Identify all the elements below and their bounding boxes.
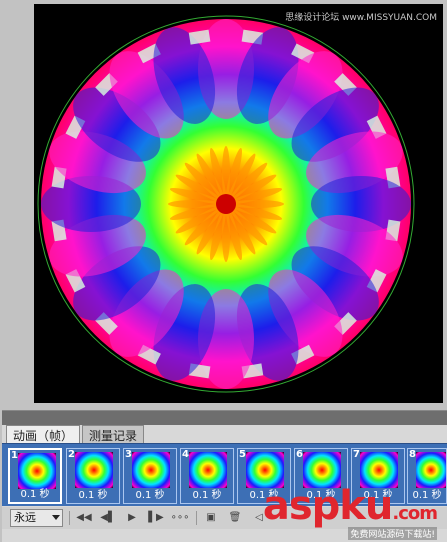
divider <box>69 511 70 525</box>
delete-frame-icon[interactable]: 🗑 <box>225 510 245 526</box>
frame-thumbnail <box>75 452 113 488</box>
tab-animation-frames[interactable]: 动画（帧） <box>6 425 81 444</box>
logo-tagline: 免费网站源码下载站! <box>348 527 437 540</box>
frame-number: 8 <box>409 449 416 460</box>
logo-main: aspku <box>262 483 394 529</box>
frame-number: 4 <box>182 449 189 460</box>
frame-delay[interactable]: 0.1 秒 <box>67 490 119 501</box>
frame-item[interactable]: 2 0.1 秒 <box>66 448 120 504</box>
frame-number: 6 <box>296 449 303 460</box>
frame-number: 2 <box>68 449 75 460</box>
watermark-text: 思缘设计论坛 www.MISSYUAN.COM <box>285 13 437 23</box>
frame-item[interactable]: 3 0.1 秒 <box>123 448 177 504</box>
duplicate-frame-icon[interactable]: ▣ <box>201 510 221 526</box>
frame-thumbnail <box>189 452 227 488</box>
frame-thumbnail <box>18 453 56 489</box>
mandala-artwork <box>37 15 415 393</box>
panel-tabs: 动画（帧） 测量记录 <box>6 425 146 444</box>
frame-number: 1 <box>11 450 18 461</box>
prev-frame-icon[interactable]: ◀▌ <box>98 510 118 526</box>
document-canvas: 思缘设计论坛 www.MISSYUAN.COM <box>34 4 443 403</box>
loop-options-select[interactable]: 永远 <box>10 509 63 527</box>
frame-number: 5 <box>239 449 246 460</box>
divider <box>196 511 197 525</box>
logo-tld: .com <box>392 503 438 524</box>
animation-panel: 动画（帧） 测量记录 1 0.1 秒 2 0.1 秒 3 0.1 秒 4 0.1… <box>2 410 447 542</box>
frame-item[interactable]: 4 0.1 秒 <box>180 448 234 504</box>
chevron-down-icon <box>52 515 60 520</box>
frame-thumbnail <box>416 452 446 488</box>
play-icon[interactable]: ▶ <box>122 510 142 526</box>
frame-item[interactable]: 1 0.1 秒 <box>8 448 62 504</box>
loop-value: 永远 <box>14 511 36 524</box>
frame-thumbnail <box>132 452 170 488</box>
tab-measurement-log[interactable]: 测量记录 <box>82 425 145 444</box>
panel-title-bar <box>2 411 447 425</box>
next-frame-icon[interactable]: ▌▶ <box>146 510 166 526</box>
first-frame-icon[interactable]: ◀◀ <box>74 510 94 526</box>
frame-number: 3 <box>125 449 132 460</box>
tween-icon[interactable]: ∘∘∘ <box>170 510 190 526</box>
frame-delay[interactable]: 0.1 秒 <box>10 489 60 500</box>
frame-delay[interactable]: 0.1 秒 <box>124 490 176 501</box>
frame-number: 7 <box>353 449 360 460</box>
frame-delay[interactable]: 0.1 秒 <box>181 490 233 501</box>
